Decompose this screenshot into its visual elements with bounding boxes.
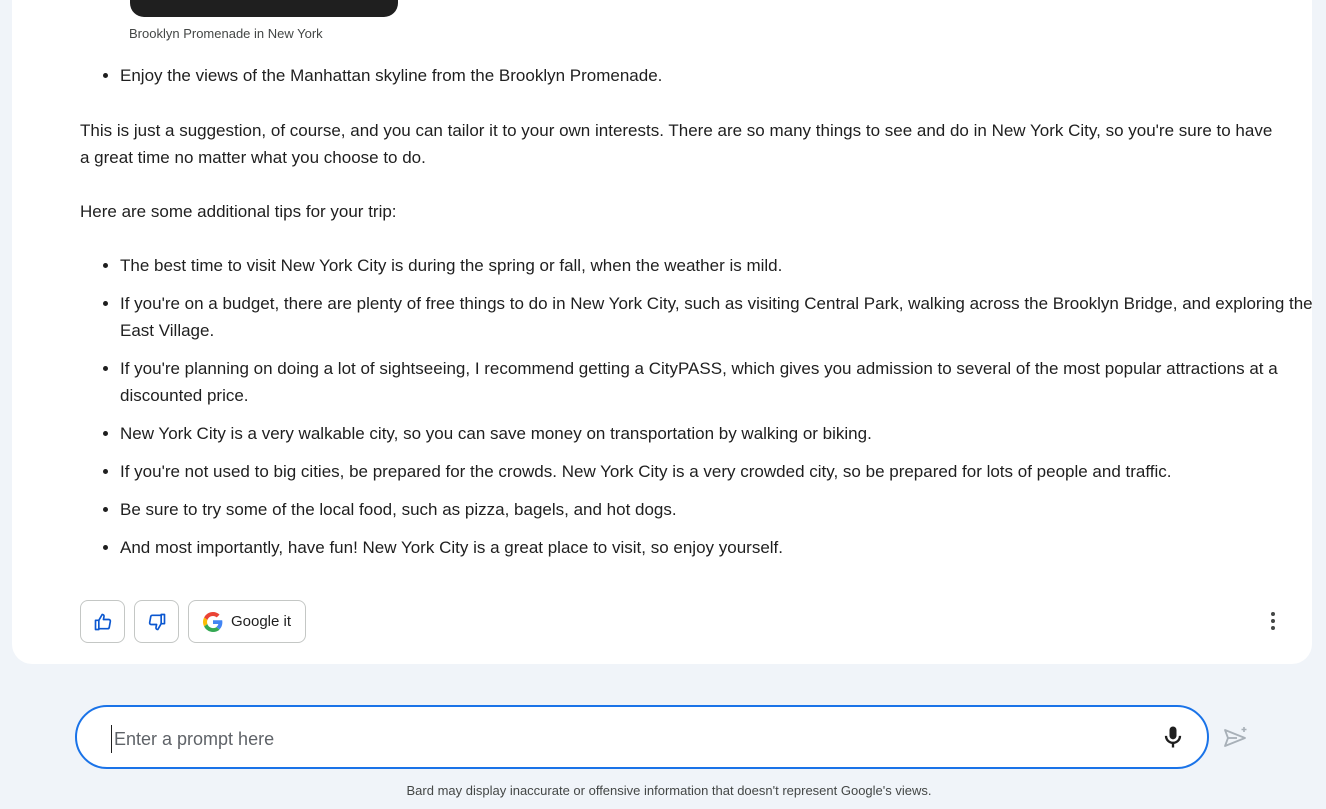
- google-it-button[interactable]: Google it: [188, 600, 306, 643]
- thumbs-down-icon: [148, 613, 165, 630]
- microphone-icon[interactable]: [1159, 723, 1187, 751]
- disclaimer-text: Bard may display inaccurate or offensive…: [406, 783, 932, 798]
- list-item: Enjoy the views of the Manhattan skyline…: [120, 62, 1320, 89]
- bard-page: Brooklyn Promenade in New York Enjoy the…: [0, 0, 1326, 809]
- brooklyn-promenade-image[interactable]: [130, 0, 398, 17]
- thumbs-up-icon: [94, 613, 111, 630]
- list-item: And most importantly, have fun! New York…: [120, 534, 1320, 561]
- send-icon[interactable]: [1222, 724, 1250, 752]
- tips-list: The best time to visit New York City is …: [80, 252, 1320, 572]
- list-item: The best time to visit New York City is …: [120, 252, 1320, 279]
- response-paragraph: Here are some additional tips for your t…: [80, 202, 397, 221]
- response-card: Brooklyn Promenade in New York Enjoy the…: [12, 0, 1313, 664]
- response-paragraph: This is just a suggestion, of course, an…: [80, 121, 1273, 167]
- google-logo-icon: [202, 611, 223, 632]
- itinerary-list: Enjoy the views of the Manhattan skyline…: [80, 62, 1320, 100]
- list-item: New York City is a very walkable city, s…: [120, 420, 1320, 447]
- list-item: Be sure to try some of the local food, s…: [120, 496, 1320, 523]
- prompt-box[interactable]: [75, 705, 1209, 769]
- more-vert-icon: [1271, 612, 1275, 616]
- list-item: If you're on a budget, there are plenty …: [120, 290, 1320, 344]
- image-caption: Brooklyn Promenade in New York: [129, 26, 323, 41]
- list-item: If you're not used to big cities, be pre…: [120, 458, 1320, 485]
- more-vert-icon: [1271, 619, 1275, 623]
- more-options-button[interactable]: [1262, 608, 1284, 634]
- prompt-input[interactable]: [111, 725, 1116, 753]
- thumbs-down-button[interactable]: [134, 600, 179, 643]
- thumbs-up-button[interactable]: [80, 600, 125, 643]
- more-vert-icon: [1271, 626, 1275, 630]
- google-it-label: Google it: [230, 613, 292, 630]
- list-item: If you're planning on doing a lot of sig…: [120, 355, 1320, 409]
